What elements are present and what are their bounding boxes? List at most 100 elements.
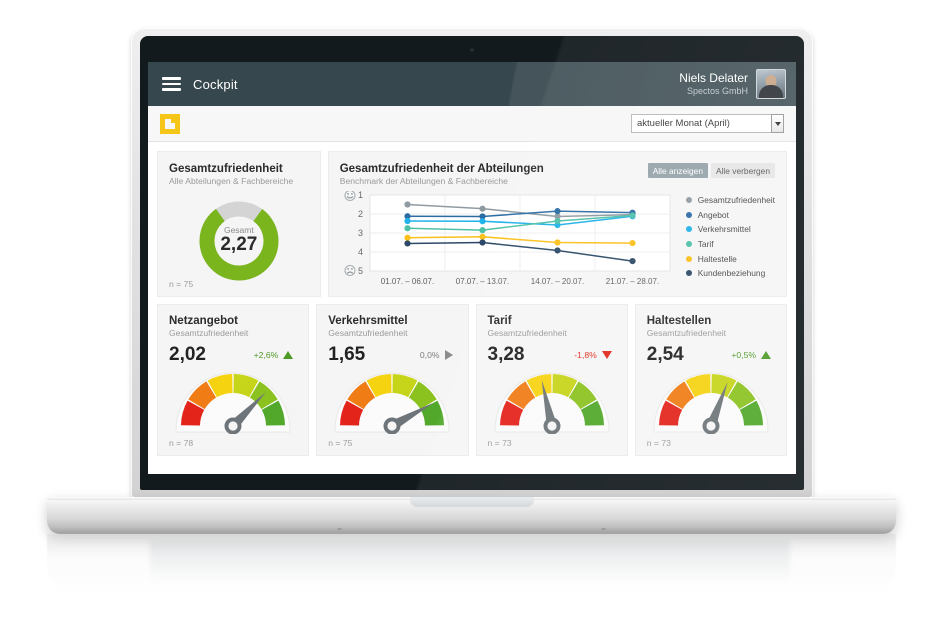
svg-text:01.07. – 06.07.: 01.07. – 06.07. xyxy=(381,277,434,286)
hide-all-button[interactable]: Alle verbergen xyxy=(710,163,775,178)
line-chart-svg: 1 2 3 4 5 01.07. – 06.07. 07.07. – 13.07. 14.07… xyxy=(344,189,671,286)
trend-flat-icon xyxy=(444,350,453,360)
svg-text:14.07. – 20.07.: 14.07. – 20.07. xyxy=(531,277,584,286)
card-gauge-tarif: Tarif Gesamtzufriedenheit 3,28 -1,8% n = 73 xyxy=(475,304,628,456)
card-gauge-haltestellen: Haltestellen Gesamtzufriedenheit 2,54 +0,5%… xyxy=(634,304,787,456)
card-benchmark: Gesamtzufriedenheit der Abteilungen Benc… xyxy=(327,151,787,297)
svg-text:07.07. – 13.07.: 07.07. – 13.07. xyxy=(456,277,509,286)
legend-color-dot xyxy=(685,226,692,233)
period-select[interactable]: aktueller Monat (April) xyxy=(631,114,784,133)
laptop-base xyxy=(47,497,896,534)
gauge-delta-text: 0,0% xyxy=(419,350,440,360)
gauge-delta-text: +2,6% xyxy=(253,350,279,360)
svg-text:4: 4 xyxy=(358,247,363,257)
legend-item-tarif[interactable]: Tarif xyxy=(685,237,775,252)
card-subtitle: Alle Abteilungen & Fachbereiche xyxy=(169,176,294,186)
legend-label: Kundenbeziehung xyxy=(697,268,766,279)
dashboard-content: Gesamtzufriedenheit Alle Abteilungen & F… xyxy=(148,142,796,465)
legend-color-dot xyxy=(685,197,692,204)
sample-size: n = 75 xyxy=(328,438,353,448)
trend-up-icon xyxy=(761,351,771,359)
gauge-value-row: 1,65 0,0% xyxy=(328,344,456,366)
gauge-value: 1,65 xyxy=(328,344,366,365)
legend-label: Angebot xyxy=(697,209,729,220)
card-title: Tarif xyxy=(487,315,512,327)
screen-bezel: Cockpit Niels Delater Spectos GmbH aktue… xyxy=(140,36,804,490)
user-name: Niels Delater xyxy=(679,70,748,85)
avatar[interactable] xyxy=(756,69,786,99)
donut-svg xyxy=(199,201,279,281)
svg-text:3: 3 xyxy=(358,228,363,238)
card-title: Gesamtzufriedenheit xyxy=(169,163,283,175)
legend-item-verkehrsmittel[interactable]: Verkehrsmittel xyxy=(685,222,775,237)
hamburger-menu-icon[interactable] xyxy=(162,77,181,91)
legend-color-dot xyxy=(685,241,692,248)
gauge-delta: 0,0% xyxy=(420,350,453,360)
donut-chart: Gesamt 2,27 xyxy=(196,198,282,289)
user-area[interactable]: Niels Delater Spectos GmbH xyxy=(679,69,786,99)
card-subtitle: Benchmark der Abteilungen & Fachbereiche xyxy=(339,176,508,186)
svg-text:1: 1 xyxy=(358,191,363,200)
toolbar: aktueller Monat (April) xyxy=(148,106,796,142)
gauge-value-row: 3,28 -1,8% xyxy=(488,344,616,366)
app-title: Cockpit xyxy=(193,76,238,92)
legend-label: Gesamtzufriedenheit xyxy=(697,195,775,206)
card-subtitle: Gesamtzufriedenheit xyxy=(169,328,249,338)
gauge-value: 3,28 xyxy=(487,344,525,365)
legend-label: Tarif xyxy=(697,239,714,250)
sample-size: n = 73 xyxy=(646,438,671,448)
gauge-row: Netzangebot Gesamtzufriedenheit 2,02 +2,6% n… xyxy=(157,304,787,456)
laptop-reflection-inner xyxy=(150,540,790,582)
gauge-value-row: 2,02 +2,6% xyxy=(169,344,297,366)
period-select-value[interactable]: aktueller Monat (April) xyxy=(631,114,771,133)
chart-legend: Gesamtzufriedenheit Angebot Verkehrsmittel… xyxy=(685,191,775,289)
legend-color-dot xyxy=(685,211,692,218)
chevron-down-icon[interactable] xyxy=(771,114,784,133)
svg-text:2: 2 xyxy=(358,209,363,219)
gauge-delta: +2,6% xyxy=(254,350,294,360)
card-gesamtzufriedenheit: Gesamtzufriedenheit Alle Abteilungen & F… xyxy=(157,151,321,297)
legend-item-haltestelle[interactable]: Haltestelle xyxy=(685,251,775,266)
gauge-chart xyxy=(492,364,612,439)
legend-item-gesamtzufriedenheit[interactable]: Gesamtzufriedenheit xyxy=(685,193,775,208)
spectos-logo-mark-icon xyxy=(160,113,180,134)
gauge-value: 2,54 xyxy=(646,344,684,365)
legend-color-dot xyxy=(685,255,692,262)
legend-color-dot xyxy=(685,270,692,277)
laptop-lid-notch xyxy=(409,497,534,507)
card-title: Gesamtzufriedenheit der Abteilungen xyxy=(339,163,544,175)
card-title: Haltestellen xyxy=(646,315,712,327)
card-subtitle: Gesamtzufriedenheit xyxy=(646,328,727,338)
webcam-icon xyxy=(470,48,474,52)
user-organization: Spectos GmbH xyxy=(686,85,748,96)
sample-size: n = 75 xyxy=(169,279,194,289)
series-visibility-toggles: Alle anzeigen Alle verbergen xyxy=(647,163,775,178)
legend-label: Haltestelle xyxy=(697,253,737,264)
gauge-delta: -1,8% xyxy=(574,350,612,360)
card-subtitle: Gesamtzufriedenheit xyxy=(328,328,408,338)
app-header: Cockpit Niels Delater Spectos GmbH xyxy=(148,62,796,106)
card-title: Verkehrsmittel xyxy=(328,315,408,327)
gauge-chart xyxy=(651,364,771,439)
legend-item-kundenbeziehung[interactable]: Kundenbeziehung xyxy=(685,266,775,281)
gauge-value-row: 2,54 +0,5% xyxy=(647,344,775,366)
trend-up-icon xyxy=(283,351,294,359)
gauge-chart xyxy=(332,364,452,439)
app-screen: Cockpit Niels Delater Spectos GmbH aktue… xyxy=(148,62,796,474)
line-chart: 1 2 3 4 5 01.07. – 06.07. 07.07. – 13.07. 14.07… xyxy=(340,189,676,289)
legend-label: Verkehrsmittel xyxy=(697,224,751,235)
svg-text:5: 5 xyxy=(358,266,363,276)
svg-text:21.07. – 28.07.: 21.07. – 28.07. xyxy=(606,277,659,286)
legend-item-angebot[interactable]: Angebot xyxy=(685,208,775,223)
gauge-value: 2,02 xyxy=(169,344,206,365)
gauge-delta: +0,5% xyxy=(731,350,771,360)
laptop-scene: Cockpit Niels Delater Spectos GmbH aktue… xyxy=(0,0,940,622)
card-title: Netzangebot xyxy=(169,315,238,327)
card-subtitle: Gesamtzufriedenheit xyxy=(487,328,567,338)
gauge-delta-text: +0,5% xyxy=(731,350,756,360)
trend-down-icon xyxy=(601,351,612,359)
show-all-button[interactable]: Alle anzeigen xyxy=(647,163,708,178)
card-gauge-netzangebot: Netzangebot Gesamtzufriedenheit 2,02 +2,6% n… xyxy=(157,304,310,456)
gauge-chart xyxy=(173,364,293,439)
sample-size: n = 73 xyxy=(487,438,512,448)
